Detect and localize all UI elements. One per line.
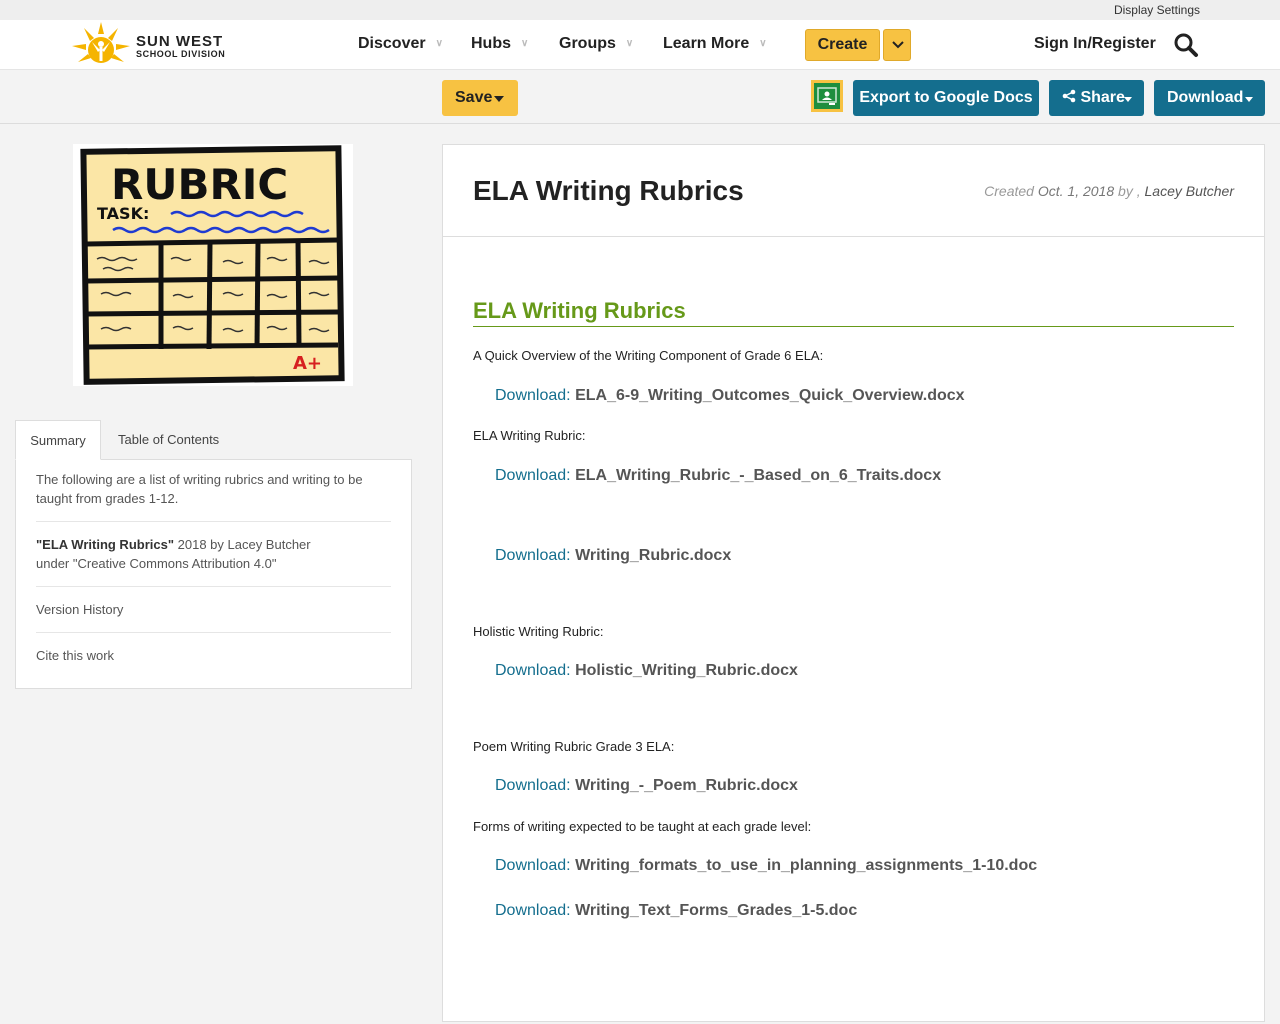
paragraph: Forms of writing expected to be taught a… — [473, 819, 812, 834]
page-title: ELA Writing Rubrics — [473, 175, 744, 206]
brand-title: SUN WEST — [136, 33, 224, 50]
create-dropdown-toggle[interactable] — [883, 29, 911, 61]
nav-groups-label: Groups — [559, 35, 616, 52]
download-button-label: Download — [1167, 89, 1244, 106]
sun-logo-icon — [72, 22, 130, 63]
download-filename: ELA_6-9_Writing_Outcomes_Quick_Overview.… — [575, 387, 965, 404]
nav-learn-more[interactable]: Learn More ∨ — [663, 35, 767, 53]
site-logo[interactable]: SUN WEST SCHOOL DIVISION — [70, 20, 250, 70]
cite-work-link[interactable]: Cite this work — [36, 646, 391, 666]
caret-down-icon — [1245, 97, 1253, 102]
sidebar-tabs: Summary Table of Contents — [15, 420, 412, 460]
attribution-year-author: 2018 by Lacey Butcher — [177, 537, 311, 552]
attribution-title: "ELA Writing Rubrics" — [36, 537, 174, 552]
resource-cover-image: RUBRIC TASK: A+ — [73, 144, 353, 386]
created-date: Oct. 1, 2018 — [1037, 183, 1115, 199]
nav-learn-more-label: Learn More — [663, 35, 750, 52]
paragraph: Holistic Writing Rubric: — [473, 624, 604, 639]
download-link[interactable]: Download: Writing_-_Poem_Rubric.docx — [495, 777, 798, 795]
chevron-down-icon: ∨ — [625, 38, 634, 49]
author-link[interactable]: Lacey Butcher — [1145, 183, 1235, 199]
google-classroom-icon — [814, 83, 840, 109]
download-link[interactable]: Download: Writing_formats_to_use_in_plan… — [495, 857, 1037, 875]
download-prefix: Download: — [495, 777, 571, 794]
google-classroom-button[interactable] — [811, 80, 843, 112]
download-link[interactable]: Download: ELA_Writing_Rubric_-_Based_on_… — [495, 467, 941, 485]
download-prefix: Download: — [495, 547, 571, 564]
download-link[interactable]: Download: Writing_Rubric.docx — [495, 547, 731, 565]
summary-description: The following are a list of writing rubr… — [36, 470, 391, 522]
paragraph: Poem Writing Rubric Grade 3 ELA: — [473, 739, 675, 754]
attribution-license: under "Creative Commons Attribution 4.0" — [36, 556, 277, 571]
download-prefix: Download: — [495, 857, 571, 874]
section-heading: ELA Writing Rubrics — [473, 298, 1234, 327]
version-history-link[interactable]: Version History — [36, 600, 391, 633]
download-filename: Writing_Rubric.docx — [575, 547, 732, 564]
download-filename: ELA_Writing_Rubric_-_Based_on_6_Traits.d… — [575, 467, 942, 484]
share-icon — [1062, 89, 1076, 103]
export-google-docs-button[interactable]: Export to Google Docs — [853, 80, 1039, 116]
save-button-label: Save — [455, 89, 493, 106]
nav-groups[interactable]: Groups ∨ — [559, 35, 633, 53]
download-filename: Writing_-_Poem_Rubric.docx — [575, 777, 798, 794]
download-filename: Writing_Text_Forms_Grades_1-5.doc — [575, 902, 858, 919]
create-button[interactable]: Create — [805, 29, 880, 61]
cover-grade-text: A+ — [293, 353, 322, 374]
save-button[interactable]: Save — [442, 80, 518, 116]
nav-hubs[interactable]: Hubs ∨ — [471, 35, 528, 53]
tab-table-of-contents[interactable]: Table of Contents — [118, 420, 219, 460]
download-prefix: Download: — [495, 902, 571, 919]
sign-in-register-link[interactable]: Sign In/Register — [1034, 35, 1156, 53]
download-link[interactable]: Download: Holistic_Writing_Rubric.docx — [495, 662, 798, 680]
share-button-label: Share — [1080, 89, 1125, 106]
nav-hubs-label: Hubs — [471, 35, 511, 52]
chevron-down-icon: ∨ — [435, 38, 443, 49]
share-button[interactable]: Share — [1049, 80, 1144, 116]
paragraph: A Quick Overview of the Writing Componen… — [473, 348, 824, 363]
search-icon[interactable] — [1173, 32, 1199, 58]
tab-summary[interactable]: Summary — [15, 420, 101, 460]
cover-title-text: RUBRIC — [111, 160, 288, 209]
download-filename: Writing_formats_to_use_in_planning_assig… — [575, 857, 1038, 874]
chevron-down-icon: ∨ — [759, 38, 767, 49]
resource-content-card: ELA Writing Rubrics Created Oct. 1, 2018… — [442, 144, 1265, 1022]
chevron-down-icon: ∨ — [521, 38, 529, 49]
main-navbar: SUN WEST SCHOOL DIVISION Discover ∨ Hubs ∨… — [0, 20, 1280, 70]
utility-bar: Display Settings — [0, 0, 1280, 20]
download-link[interactable]: Download: ELA_6-9_Writing_Outcomes_Quick… — [495, 387, 965, 405]
download-button[interactable]: Download — [1154, 80, 1265, 116]
created-by-label: by , — [1118, 183, 1141, 199]
paragraph: ELA Writing Rubric: — [473, 428, 586, 443]
resource-action-bar: Save Export to Google Docs Share Downloa… — [0, 70, 1280, 124]
caret-down-icon — [1124, 97, 1132, 102]
brand-subtitle: SCHOOL DIVISION — [136, 49, 226, 59]
created-meta: Created Oct. 1, 2018 by , Lacey Butcher — [984, 183, 1234, 199]
summary-panel: The following are a list of writing rubr… — [15, 459, 412, 689]
content-header: ELA Writing Rubrics Created Oct. 1, 2018… — [443, 145, 1264, 237]
chevron-down-icon — [892, 41, 904, 49]
attribution-block: "ELA Writing Rubrics" 2018 by Lacey Butc… — [36, 535, 391, 587]
download-prefix: Download: — [495, 662, 571, 679]
created-label: Created — [984, 183, 1034, 199]
caret-down-icon — [494, 96, 504, 102]
display-settings-link[interactable]: Display Settings — [1114, 3, 1200, 17]
download-prefix: Download: — [495, 467, 571, 484]
cover-task-text: TASK: — [97, 204, 149, 223]
download-link[interactable]: Download: Writing_Text_Forms_Grades_1-5.… — [495, 902, 857, 920]
nav-discover-label: Discover — [358, 35, 426, 52]
download-prefix: Download: — [495, 387, 571, 404]
download-filename: Holistic_Writing_Rubric.docx — [575, 662, 798, 679]
nav-discover[interactable]: Discover ∨ — [358, 35, 443, 53]
